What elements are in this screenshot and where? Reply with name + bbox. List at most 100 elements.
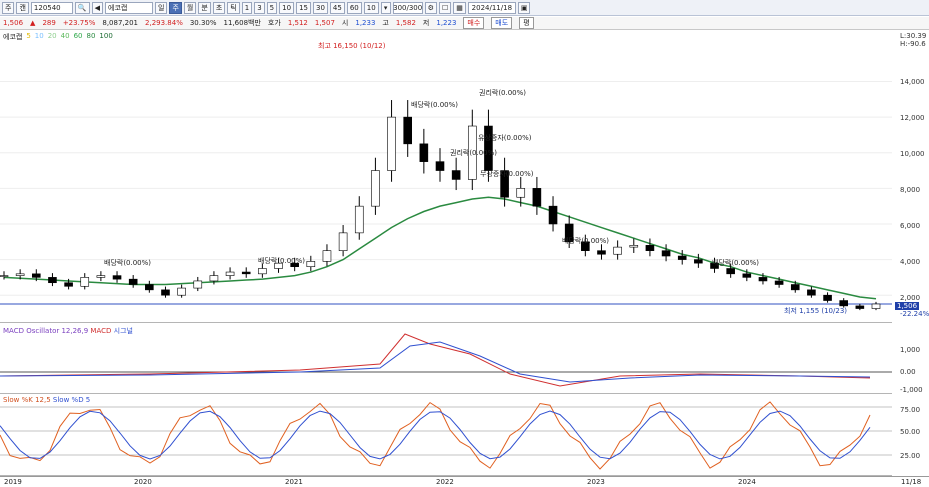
price-candle <box>419 143 429 162</box>
x-label: 2020 <box>134 478 152 486</box>
price-candle <box>193 280 203 289</box>
macd-axis: 1,000 0.00 -1,000 <box>893 324 929 394</box>
stock-code-input[interactable]: 120540 <box>30 1 73 14</box>
period-month[interactable]: 월 <box>183 1 197 14</box>
event-label: 권리락(0.00%) <box>450 149 498 157</box>
price-pane[interactable] <box>0 31 892 323</box>
axis-tick: 6,000 <box>900 222 921 230</box>
chart-type-button[interactable]: 주 <box>2 1 15 14</box>
price-candle <box>161 289 170 296</box>
low-price: 1,223 <box>436 19 457 27</box>
price-candle <box>177 287 186 296</box>
macd-chart[interactable] <box>0 324 892 394</box>
price-candle <box>645 245 655 251</box>
axis-tick: 10,000 <box>900 150 925 158</box>
volume: 8,087,201 <box>102 19 139 27</box>
checkbox-icon[interactable]: ☐ <box>438 1 452 14</box>
price-candle <box>742 273 752 278</box>
current-pct-tag: -22.24% <box>900 310 929 318</box>
period-tick[interactable]: 틱 <box>227 1 240 14</box>
event-label: 배당락(0.00%) <box>104 259 152 267</box>
price-candle <box>403 116 413 145</box>
price-candle <box>758 277 768 282</box>
prev-icon[interactable]: ◀ <box>91 1 104 14</box>
open-price: 1,233 <box>355 19 376 27</box>
buy-button[interactable]: 매수 <box>463 17 485 29</box>
price-candle <box>661 250 671 257</box>
stochastic-chart[interactable] <box>0 395 892 476</box>
macd-title-macd: MACD <box>90 327 112 335</box>
event-label: 유상증자(0.00%) <box>478 134 532 142</box>
minute-45[interactable]: 45 <box>329 1 345 14</box>
period-minute[interactable]: 분 <box>198 1 211 14</box>
price-candle <box>112 275 122 280</box>
date-field[interactable]: 2024/11/18 <box>467 1 516 14</box>
period-second[interactable]: 초 <box>212 1 226 14</box>
zoom-icon[interactable]: ⚙ <box>424 1 437 14</box>
dropdown-icon[interactable]: ▾ <box>380 1 391 14</box>
axis-note-high: H:-90.6 <box>900 40 926 48</box>
sell-button[interactable]: 매도 <box>491 17 513 29</box>
chart-style-button[interactable]: 캔 <box>16 1 29 14</box>
settings-button[interactable]: 평 <box>519 17 534 29</box>
low-label: 저 <box>422 19 430 27</box>
period-week[interactable]: 주 <box>169 1 182 14</box>
tick-select[interactable]: 10 <box>363 1 379 14</box>
price-candle <box>387 116 396 171</box>
price-candle <box>338 232 348 251</box>
x-label: 2024 <box>738 478 756 486</box>
price-candle <box>48 277 57 284</box>
event-label: 배당락(0.00%) <box>712 259 760 267</box>
minute-1[interactable]: 1 <box>241 1 253 14</box>
turnover-pct: 30.30% <box>189 19 217 27</box>
price-candle <box>435 161 445 171</box>
price-candle <box>258 268 267 275</box>
price-candle <box>451 170 461 180</box>
x-label: 2019 <box>4 478 22 486</box>
minute-5[interactable]: 5 <box>266 1 278 14</box>
price-candle <box>855 305 865 309</box>
search-icon[interactable]: 🔍 <box>74 1 90 14</box>
stochastic-axis: 75.00 50.00 25.00 <box>893 395 929 476</box>
current-price: 1,506 <box>3 19 24 27</box>
stoch-title-d: Slow %D 5 <box>52 396 91 404</box>
stochastic-pane[interactable] <box>0 395 892 476</box>
macd-pane[interactable] <box>0 324 892 394</box>
minute-10[interactable]: 10 <box>279 1 295 14</box>
price-candle <box>694 259 703 264</box>
data-count-field[interactable]: 300/300 <box>392 1 423 14</box>
minute-30[interactable]: 30 <box>312 1 328 14</box>
axis-tick: 8,000 <box>900 186 921 194</box>
price-candle <box>145 284 154 291</box>
axis-note-low: L:30.39 <box>900 32 927 40</box>
axis-tick: 14,000 <box>900 78 925 86</box>
price-candle <box>225 271 235 276</box>
axis-tick: 12,000 <box>900 114 925 122</box>
macd-tick: 0.00 <box>900 368 916 376</box>
price-chart[interactable] <box>0 31 892 323</box>
up-arrow-icon: ▲ <box>30 19 36 27</box>
price-candle <box>0 275 9 277</box>
date-picker-icon[interactable]: ▣ <box>517 1 531 14</box>
price-candle <box>209 275 219 282</box>
price-candle <box>371 170 380 207</box>
macd-title-signal: 시그널 <box>113 327 133 335</box>
period-day[interactable]: 일 <box>155 1 168 14</box>
price-candle <box>677 255 687 260</box>
minute-15[interactable]: 15 <box>296 1 311 14</box>
calendar-icon[interactable]: ▦ <box>453 1 466 14</box>
stock-name-field[interactable]: 에코캡 <box>105 1 154 14</box>
price-change-pct: +23.75% <box>62 19 96 27</box>
ask-price: 1,507 <box>314 19 335 27</box>
price-candle <box>629 245 639 248</box>
price-candle <box>64 282 73 287</box>
price-candle <box>306 261 316 268</box>
x-label: 11/18 <box>901 478 922 486</box>
minute-60[interactable]: 60 <box>346 1 362 14</box>
high-label: 고 <box>382 19 389 27</box>
stoch-title-k: Slow %K 12,5 <box>3 396 51 404</box>
minute-3[interactable]: 3 <box>254 1 265 14</box>
bid-label: 호가 <box>267 19 281 27</box>
price-candle <box>871 303 881 309</box>
price-axis: L:30.39 H:-90.6 14,000 12,000 10,000 8,0… <box>893 31 929 323</box>
